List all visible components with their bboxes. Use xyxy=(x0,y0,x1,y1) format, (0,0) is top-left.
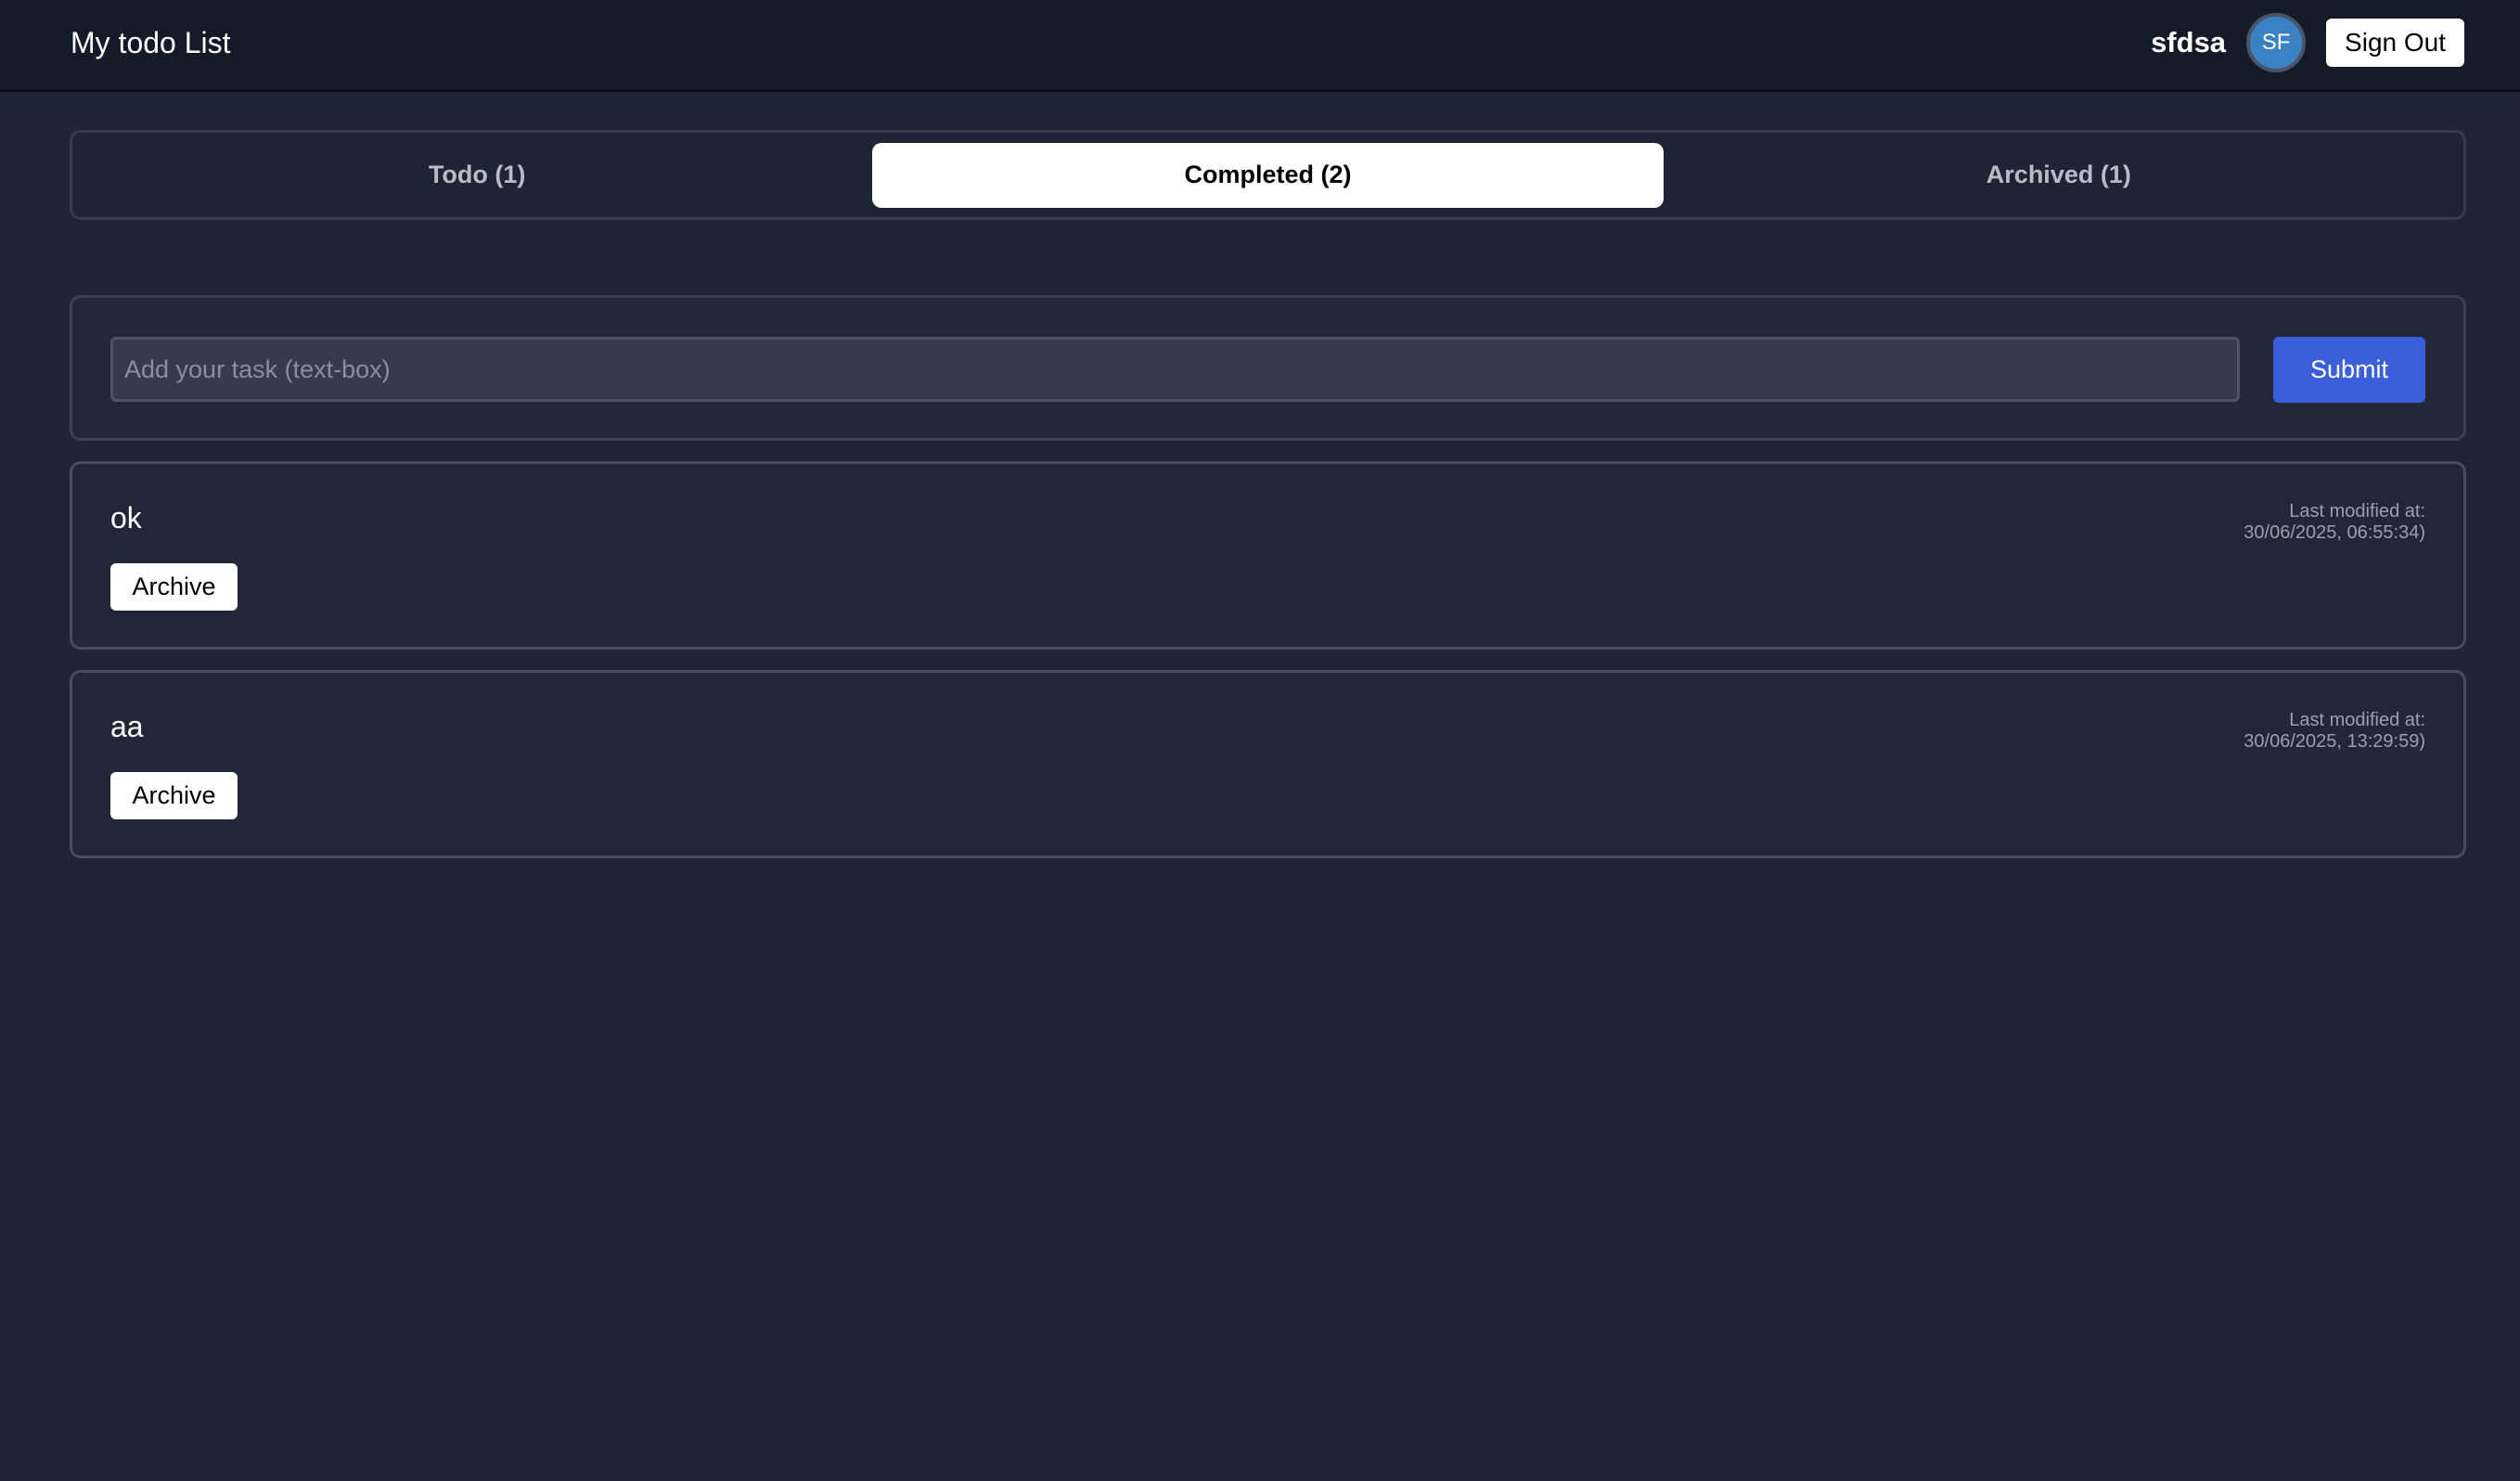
last-modified: Last modified at: 30/06/2025, 06:55:34) xyxy=(2244,501,2425,544)
app-title: My todo List xyxy=(71,26,231,59)
top-header: My todo List sfdsa SF Sign Out xyxy=(0,0,2520,92)
tab-bar: Todo (1) Completed (2) Archived (1) xyxy=(70,130,2466,220)
add-task-card: Submit xyxy=(70,295,2466,441)
username: sfdsa xyxy=(2151,26,2227,58)
task-text: aa xyxy=(110,710,144,743)
last-modified-value: 30/06/2025, 06:55:34) xyxy=(2244,522,2425,543)
archive-button[interactable]: Archive xyxy=(110,563,238,611)
task-card: ok Last modified at: 30/06/2025, 06:55:3… xyxy=(70,461,2466,650)
task-text: ok xyxy=(110,501,142,534)
submit-button[interactable]: Submit xyxy=(2273,337,2425,403)
last-modified: Last modified at: 30/06/2025, 13:29:59) xyxy=(2244,710,2425,753)
task-input[interactable] xyxy=(110,337,2240,402)
sign-out-button[interactable]: Sign Out xyxy=(2326,19,2464,67)
last-modified-value: 30/06/2025, 13:29:59) xyxy=(2244,731,2425,752)
tab-completed[interactable]: Completed (2) xyxy=(872,142,1664,208)
tab-archived[interactable]: Archived (1) xyxy=(1664,143,2454,208)
tab-todo[interactable]: Todo (1) xyxy=(82,143,872,208)
user-area: sfdsa SF Sign Out xyxy=(2151,13,2464,72)
archive-button[interactable]: Archive xyxy=(110,772,238,819)
last-modified-label: Last modified at: xyxy=(2289,501,2425,522)
avatar[interactable]: SF xyxy=(2246,13,2307,72)
task-card: aa Last modified at: 30/06/2025, 13:29:5… xyxy=(70,670,2466,858)
last-modified-label: Last modified at: xyxy=(2289,710,2425,730)
